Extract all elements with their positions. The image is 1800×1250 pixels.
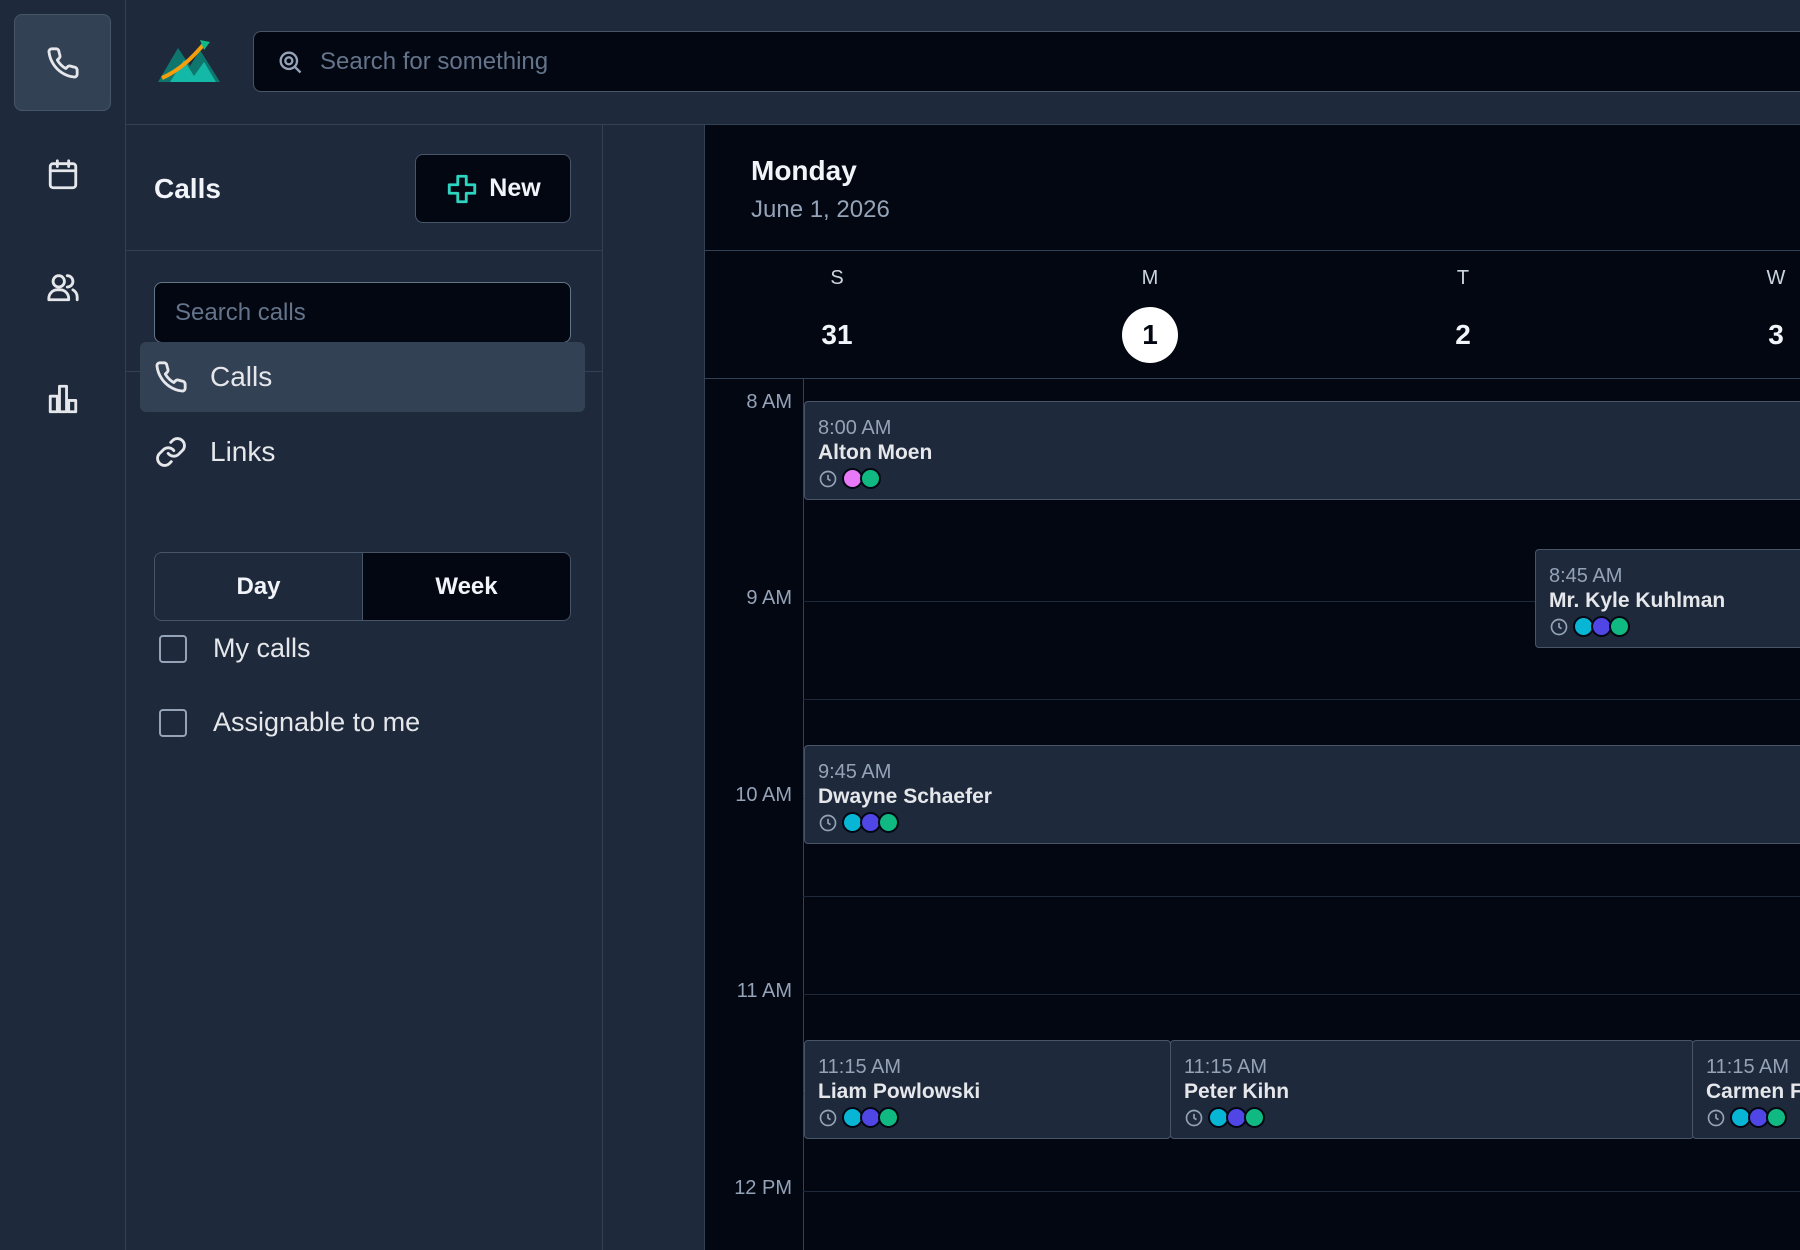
event-time: 9:45 AM — [818, 761, 892, 783]
event-card[interactable]: 11:15 AM Carmen F — [1692, 1040, 1800, 1139]
selected-date: June 1, 2026 — [751, 196, 890, 223]
weekday-date[interactable]: 2 — [1435, 307, 1491, 363]
event-name: Mr. Kyle Kuhlman — [1549, 589, 1726, 612]
rail-calendar-button[interactable] — [14, 126, 111, 223]
participant-avatar — [1609, 616, 1630, 637]
hour-label: 12 PM — [734, 1177, 792, 1199]
event-participants — [1706, 1107, 1800, 1128]
time-grid: 8 AM 9 AM 10 AM 11 AM 12 PM 8:00 AM Alto… — [705, 379, 1800, 1250]
clock-icon — [1185, 1109, 1203, 1126]
clock-icon — [1550, 618, 1568, 635]
clock-icon — [819, 1109, 837, 1126]
global-search[interactable] — [253, 31, 1800, 92]
nav-item-calls[interactable]: Calls — [140, 342, 585, 412]
participant-avatar — [1244, 1107, 1265, 1128]
event-card[interactable]: 8:45 AM Mr. Kyle Kuhlman — [1535, 549, 1800, 648]
event-participants — [818, 812, 1800, 833]
weekday-letter: S — [830, 267, 844, 289]
event-participants — [818, 1107, 1157, 1128]
participant-avatar — [1766, 1107, 1787, 1128]
event-name: Dwayne Schaefer — [818, 785, 992, 808]
hour-line — [803, 994, 1800, 995]
event-card[interactable]: 8:00 AM Alton Moen — [804, 401, 1800, 500]
phone-icon — [155, 361, 187, 393]
search-calls-input[interactable] — [154, 282, 571, 343]
users-icon — [46, 273, 79, 301]
hour-label: 9 AM — [746, 587, 792, 609]
logo-icon — [158, 40, 220, 82]
rail-calls-button[interactable] — [14, 14, 111, 111]
clock-icon — [819, 814, 837, 831]
event-participants — [1549, 616, 1800, 637]
view-toggle: Day Week — [154, 552, 571, 621]
calendar-icon — [48, 158, 77, 189]
top-bar — [126, 0, 1800, 125]
search-icon — [279, 51, 302, 73]
weekday-date[interactable]: 31 — [809, 307, 865, 363]
event-card[interactable]: 11:15 AM Liam Powlowski — [804, 1040, 1171, 1139]
hour-label: 8 AM — [746, 391, 792, 413]
assignable-checkbox[interactable] — [159, 708, 187, 737]
event-name: Peter Kihn — [1184, 1080, 1290, 1103]
hour-label: 10 AM — [735, 784, 792, 806]
nav-item-links[interactable]: Links — [140, 417, 585, 487]
nav-item-label: Links — [210, 436, 276, 467]
weekday-date[interactable]: 3 — [1748, 307, 1800, 363]
icon-rail — [0, 0, 126, 1250]
participant-avatar — [878, 1107, 899, 1128]
event-time: 11:15 AM — [1184, 1056, 1268, 1078]
phone-icon — [47, 46, 79, 78]
panel-title: Calls — [154, 173, 221, 204]
new-call-label: New — [489, 174, 541, 202]
calendar-header: Monday June 1, 2026 — [705, 125, 1800, 251]
weekday-date-today[interactable]: 1 — [1122, 307, 1178, 363]
participant-avatar — [878, 812, 899, 833]
rail-reports-button[interactable] — [14, 350, 111, 447]
link-icon — [156, 437, 186, 467]
filter-label: My calls — [213, 633, 311, 663]
weekday-letter: M — [1141, 267, 1159, 289]
new-call-button[interactable]: New — [415, 154, 571, 223]
hour-label: 11 AM — [736, 980, 792, 1002]
event-card[interactable]: 11:15 AM Peter Kihn — [1170, 1040, 1694, 1139]
event-name: Alton Moen — [818, 441, 933, 464]
event-time: 8:00 AM — [818, 417, 892, 439]
event-time: 11:15 AM — [818, 1056, 902, 1078]
weekday-letter: W — [1766, 267, 1786, 289]
event-card[interactable]: 9:45 AM Dwayne Schaefer — [804, 745, 1800, 844]
filter-my-calls[interactable]: My calls — [159, 633, 311, 664]
weekday-letter: T — [1456, 267, 1470, 289]
week-view-button[interactable]: Week — [363, 553, 570, 620]
participant-avatar — [860, 468, 881, 489]
plus-icon — [448, 174, 477, 203]
event-participants — [1184, 1107, 1680, 1128]
clock-icon — [819, 470, 837, 487]
filter-label: Assignable to me — [213, 707, 421, 737]
rail-contacts-button[interactable] — [14, 238, 111, 335]
selected-day-name: Monday — [751, 155, 857, 186]
event-name: Carmen F — [1706, 1080, 1800, 1103]
event-participants — [818, 468, 1800, 489]
half-hour-line — [803, 896, 1800, 897]
nav-item-label: Calls — [210, 361, 273, 392]
panel-header: Calls New — [126, 125, 602, 251]
global-search-input[interactable] — [318, 46, 1800, 77]
filter-assignable[interactable]: Assignable to me — [159, 707, 420, 738]
calls-panel: Calls New Calls Links Day Week My calls … — [126, 125, 603, 1250]
calendar-view: Monday June 1, 2026 S 31 M 1 T 2 W 3 8 A… — [705, 125, 1800, 1250]
panel-gutter — [603, 125, 705, 1250]
bar-chart-icon — [48, 384, 77, 413]
half-hour-line — [803, 699, 1800, 700]
event-name: Liam Powlowski — [818, 1080, 981, 1103]
event-time: 11:15 AM — [1706, 1056, 1790, 1078]
event-time: 8:45 AM — [1549, 565, 1623, 587]
day-view-button[interactable]: Day — [155, 553, 363, 620]
my-calls-checkbox[interactable] — [159, 634, 187, 663]
hour-line — [803, 1191, 1800, 1192]
clock-icon — [1707, 1109, 1725, 1126]
